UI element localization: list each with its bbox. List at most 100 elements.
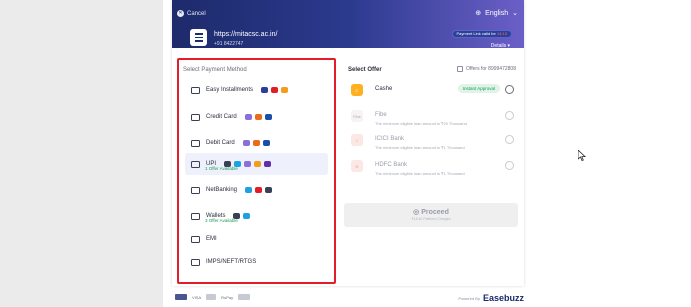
provider-logo-icon — [281, 87, 289, 93]
payment-method-label: NetBanking — [206, 187, 238, 193]
proceed-button[interactable]: ◎ Proceed ₹15.40 Platform Charges — [344, 203, 518, 227]
provider-logo-icon — [261, 87, 269, 93]
details-label: Details — [490, 43, 507, 49]
globe-icon: ⊕ — [475, 10, 482, 17]
offer-available-label: 3 Offer Available — [205, 218, 238, 223]
payment-method-label: Debit Card — [206, 140, 235, 146]
validity-label: Payment Link valid for — [456, 31, 496, 36]
provider-logo-icon — [242, 140, 250, 146]
payment-method-panel: Select Payment Method Easy Installments C… — [177, 58, 336, 284]
payment-method-netbanking[interactable]: NetBanking — [185, 181, 328, 199]
offer-hdfc-bank[interactable]: H HDFC Bank The minimum eligible loan amou… — [348, 156, 516, 186]
offer-name: ICICI Bank — [375, 136, 405, 142]
payment-method-label: Credit Card — [206, 114, 237, 120]
offer-radio[interactable] — [505, 85, 514, 94]
mastercard-logo-icon — [206, 294, 217, 300]
provider-logo-icon — [271, 87, 279, 93]
checkout-header: ✕ Cancel ⊕ English ⌄ https://mitacsc.ac.… — [172, 0, 524, 49]
offer-title: Select Offer — [348, 67, 382, 73]
chevron-down-icon: ⌄ — [512, 10, 518, 17]
provider-logos — [244, 114, 272, 120]
credit-card-icon — [191, 113, 200, 121]
payment-method-label: IMPS/NEFT/RTGS — [206, 259, 257, 265]
provider-logo-icon — [254, 114, 262, 120]
merchant-phone: +91 8422747 — [214, 41, 244, 47]
upi-icon — [191, 160, 200, 168]
wallet-icon — [191, 212, 200, 220]
offer-description: The minimum eligible loan amount is ₹1 T… — [375, 171, 465, 176]
payment-method-credit-card[interactable]: Credit Card — [185, 108, 328, 126]
offer-logo-icon: C — [351, 84, 363, 96]
provider-logo-icon — [244, 114, 252, 120]
offer-name: Cashe — [375, 86, 393, 92]
powered-by: Powered By Easebuzz — [458, 293, 524, 303]
platform-charges: ₹15.40 Platform Charges — [411, 217, 451, 221]
instant-approval-badge: Instant Approval — [457, 84, 500, 93]
provider-logo-icon — [254, 161, 262, 167]
language-selector[interactable]: ⊕ English ⌄ — [475, 9, 518, 18]
provider-logo-icon — [265, 187, 273, 193]
offer-description: The minimum eligible loan amount is ₹1 T… — [375, 145, 465, 150]
provider-logos — [261, 87, 289, 93]
payment-method-label: Easy Installments — [206, 87, 254, 93]
chevron-down-icon: ▾ — [507, 43, 510, 49]
bank-transfer-icon — [191, 258, 200, 266]
offer-logo-icon: i — [351, 134, 363, 146]
details-toggle[interactable]: Details ▾ — [491, 43, 510, 49]
payment-method-title: Select Payment Method — [183, 67, 247, 73]
offer-logo-icon: Fibe — [351, 110, 363, 122]
footer: VISA RuPay Powered By Easebuzz — [170, 293, 526, 305]
payment-method-wallets[interactable]: Wallets 3 Offer Available — [185, 205, 328, 227]
bank-icon — [191, 186, 200, 194]
powered-by-label: Powered By — [458, 295, 480, 301]
offer-name: HDFC Bank — [375, 162, 408, 168]
offer-panel: Select Offer Offers for 8999472808 C Cash… — [344, 58, 518, 284]
payment-method-emi[interactable]: EMI — [185, 230, 328, 248]
close-icon: ✕ — [177, 10, 184, 17]
checkout-card: ✕ Cancel ⊕ English ⌄ https://mitacsc.ac.… — [172, 0, 524, 286]
provider-logos — [242, 140, 270, 146]
cancel-label: Cancel — [187, 10, 206, 17]
card-brands: VISA RuPay — [175, 294, 251, 300]
brand-visa: VISA — [192, 294, 202, 300]
emi-icon — [191, 235, 200, 243]
amex-logo-icon — [238, 294, 251, 300]
check-circle-icon: ◎ — [413, 209, 422, 216]
provider-logo-icon — [245, 187, 253, 193]
proceed-label: Proceed — [421, 209, 449, 216]
payment-method-label: EMI — [206, 236, 217, 242]
easebuzz-logo: Easebuzz — [482, 293, 524, 303]
payment-link-validity-badge: Payment Link valid for 14:13 — [451, 30, 512, 38]
provider-logo-icon — [244, 161, 252, 167]
installments-icon — [191, 86, 200, 94]
offer-description: The minimum eligible loan amount is ₹20 … — [375, 121, 467, 126]
payment-method-easy-installments[interactable]: Easy Installments — [185, 81, 328, 99]
provider-logo-icon — [264, 161, 272, 167]
payment-method-debit-card[interactable]: Debit Card — [185, 134, 328, 152]
offers-for-checkbox[interactable]: Offers for 8999472808 — [457, 66, 516, 72]
merchant-url: https://mitacsc.ac.in/ — [214, 31, 278, 38]
offer-radio[interactable] — [505, 135, 514, 144]
payment-method-upi[interactable]: UPI 1 Offer Available — [185, 153, 328, 175]
offer-name: Fibe — [375, 112, 387, 118]
merchant-logo-icon — [190, 29, 207, 46]
offers-for-label: Offers for 8999472808 — [466, 66, 516, 72]
offer-radio[interactable] — [505, 161, 514, 170]
payment-method-imps-neft-rtgs[interactable]: IMPS/NEFT/RTGS — [185, 253, 328, 271]
language-label: English — [485, 9, 509, 17]
provider-logos — [245, 187, 273, 193]
provider-logo-icon — [262, 140, 270, 146]
offer-logo-icon: H — [351, 160, 363, 172]
debit-card-icon — [191, 139, 200, 147]
provider-logo-icon — [243, 213, 251, 219]
provider-logo-icon — [252, 140, 260, 146]
pci-logo-icon — [175, 294, 187, 300]
offer-radio[interactable] — [505, 111, 514, 120]
cancel-button[interactable]: ✕ Cancel — [177, 10, 206, 17]
validity-time: 14:13 — [496, 31, 507, 36]
mouse-pointer-icon — [577, 148, 587, 166]
provider-logo-icon — [264, 114, 272, 120]
checkbox-icon — [457, 66, 464, 72]
provider-logo-icon — [255, 187, 263, 193]
brand-rupay: RuPay — [221, 294, 234, 300]
